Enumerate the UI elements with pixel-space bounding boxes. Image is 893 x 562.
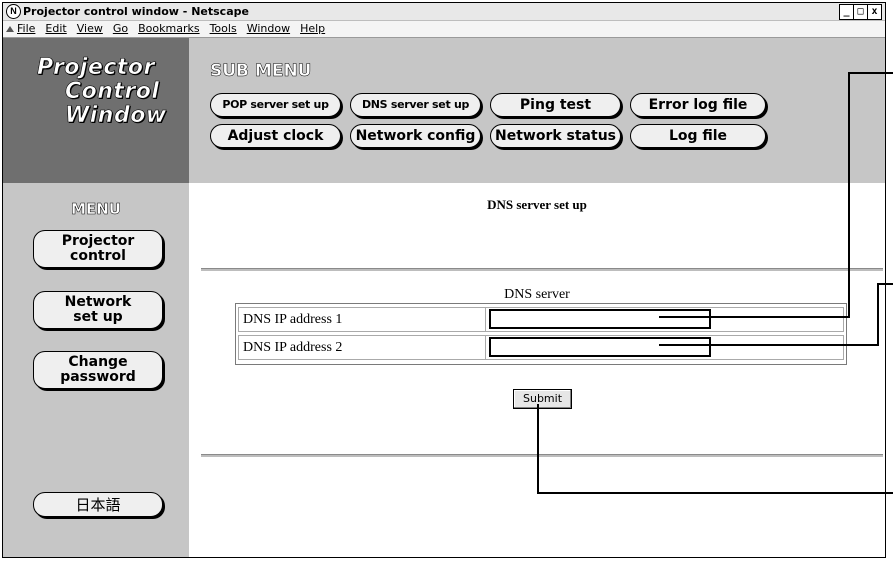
menu-bookmarks[interactable]: Bookmarks xyxy=(138,22,199,36)
callout-line-3-vertical xyxy=(537,404,539,494)
submenu-panel: SUB MENU POP server set up DNS server se… xyxy=(189,38,885,183)
callout-line-3-horizontal xyxy=(537,492,893,494)
cell-divider xyxy=(485,336,486,359)
title-bar: N Projector control window - Netscape _ … xyxy=(3,3,885,21)
divider-top xyxy=(201,268,883,271)
divider-bottom xyxy=(201,454,883,457)
change-password-button[interactable]: Change password xyxy=(33,351,163,389)
network-status-button[interactable]: Network status xyxy=(490,124,621,148)
callout-line-2-vertical xyxy=(877,283,879,346)
menu-tools[interactable]: Tools xyxy=(210,22,237,36)
menu-view[interactable]: View xyxy=(77,22,103,36)
menu-title: MENU xyxy=(71,200,121,219)
logo-line-3: Window xyxy=(65,103,167,128)
page-title: DNS server set up xyxy=(487,197,587,212)
menu-bar: File Edit View Go Bookmarks Tools Window… xyxy=(3,21,885,38)
callout-line-1-vertical xyxy=(848,72,850,318)
window-controls: _ □ x xyxy=(839,4,882,20)
japanese-language-button[interactable]: 日本語 xyxy=(33,492,163,517)
dns-ip-address-2-label: DNS IP address 2 xyxy=(243,340,343,355)
log-file-button[interactable]: Log file xyxy=(630,124,766,148)
callout-line-2-top xyxy=(877,283,893,285)
network-setup-button[interactable]: Network set up xyxy=(33,291,163,329)
main-content: DNS server set up DNS server DNS IP addr… xyxy=(189,183,885,557)
network-setup-label-2: set up xyxy=(73,309,123,325)
menu-window[interactable]: Window xyxy=(247,22,290,36)
dns-ip-address-1-input[interactable] xyxy=(489,309,711,329)
cell-divider xyxy=(485,308,486,331)
projector-control-label-2: control xyxy=(70,248,126,264)
error-log-file-button[interactable]: Error log file xyxy=(630,93,766,117)
dns-ip-address-2-input[interactable] xyxy=(489,337,711,357)
japanese-language-label: 日本語 xyxy=(75,496,121,514)
toolbar-grip-icon[interactable] xyxy=(6,26,14,32)
close-icon[interactable]: x xyxy=(867,5,881,19)
left-menu: MENU Projector control Network set up Ch… xyxy=(3,183,189,557)
callout-line-1-horizontal xyxy=(659,316,849,318)
table-row: DNS IP address 2 xyxy=(238,335,844,360)
pop-server-setup-button[interactable]: POP server set up xyxy=(210,93,341,117)
projector-control-label-1: Projector xyxy=(61,233,135,249)
menu-file[interactable]: File xyxy=(17,22,35,36)
adjust-clock-button[interactable]: Adjust clock xyxy=(210,124,341,148)
callout-line-1-top xyxy=(848,72,893,74)
section-title: DNS server xyxy=(504,287,570,302)
menu-go[interactable]: Go xyxy=(113,22,128,36)
minimize-icon[interactable]: _ xyxy=(840,5,853,19)
menu-edit[interactable]: Edit xyxy=(45,22,66,36)
submenu-title: SUB MENU xyxy=(210,61,312,82)
dns-table: DNS IP address 1 DNS IP address 2 xyxy=(235,303,847,365)
netscape-logo-icon: N xyxy=(6,4,21,19)
submit-button[interactable]: Submit xyxy=(513,389,572,409)
ping-test-button[interactable]: Ping test xyxy=(490,93,621,117)
logo-line-2: Control xyxy=(65,79,160,104)
logo-panel: Projector Control Window xyxy=(3,38,189,183)
table-row: DNS IP address 1 xyxy=(238,307,844,332)
network-setup-label-1: Network xyxy=(64,294,132,310)
maximize-icon[interactable]: □ xyxy=(853,5,867,19)
window-title: Projector control window - Netscape xyxy=(23,5,249,18)
change-password-label-1: Change xyxy=(68,354,128,370)
menu-help[interactable]: Help xyxy=(300,22,325,36)
dns-server-setup-button[interactable]: DNS server set up xyxy=(350,93,481,117)
dns-ip-address-1-label: DNS IP address 1 xyxy=(243,312,343,327)
browser-window: N Projector control window - Netscape _ … xyxy=(2,2,886,558)
projector-control-button[interactable]: Projector control xyxy=(33,230,163,268)
network-config-button[interactable]: Network config xyxy=(350,124,481,148)
change-password-label-2: password xyxy=(60,369,136,385)
logo-line-1: Projector xyxy=(37,55,155,80)
callout-line-2-horizontal xyxy=(659,344,879,346)
